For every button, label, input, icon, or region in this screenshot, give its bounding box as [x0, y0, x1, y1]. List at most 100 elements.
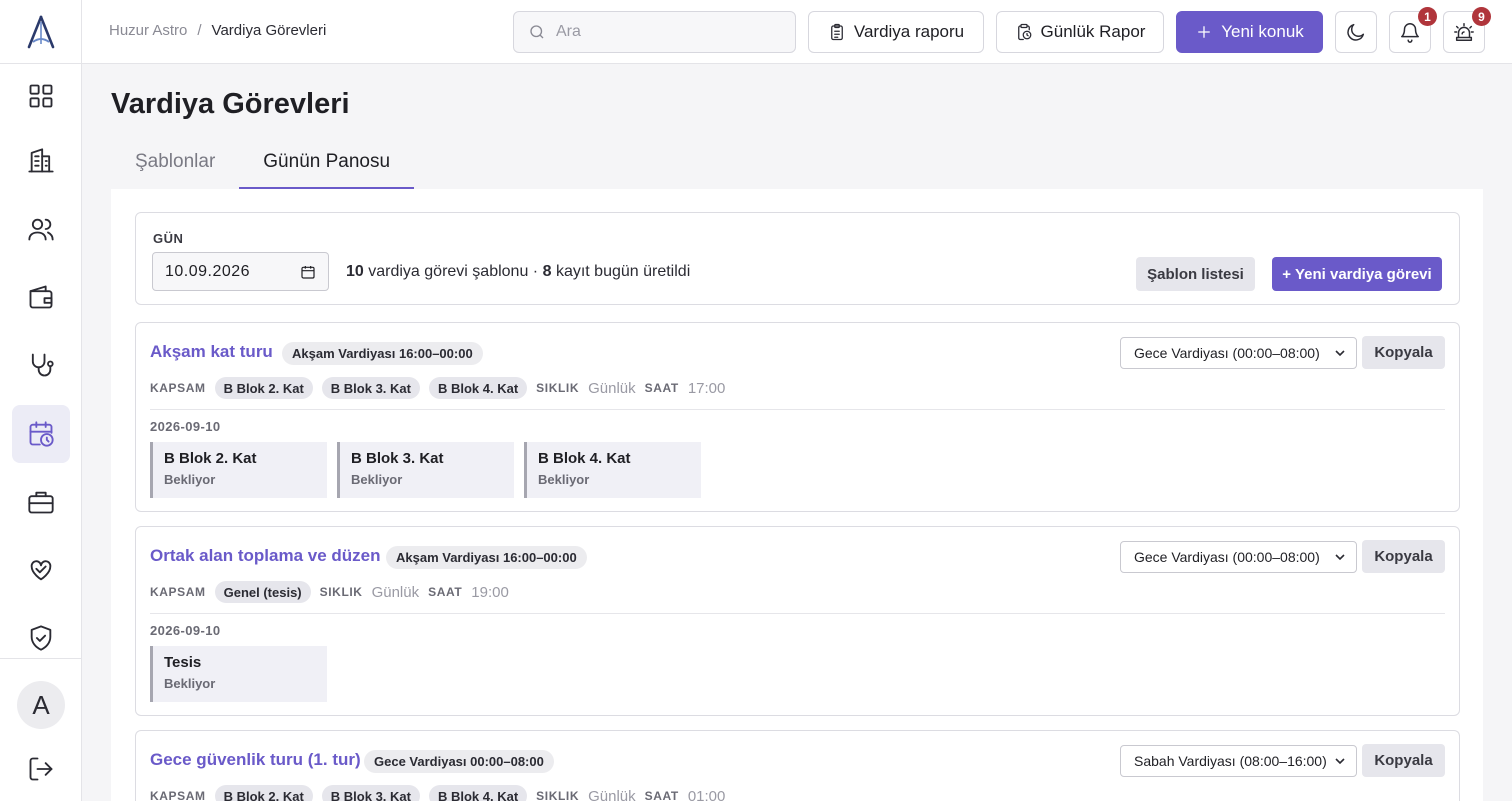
breadcrumb-current: Vardiya Görevleri — [211, 22, 327, 39]
task-meta: KAPSAM B Blok 2. Kat B Blok 3. Kat B Blo… — [150, 377, 725, 399]
run-name: B Blok 4. Kat — [538, 450, 631, 467]
clipboard-clock-icon — [1017, 23, 1031, 41]
daily-report-button[interactable]: Günlük Rapor — [996, 11, 1164, 53]
day-card: GÜN 10.09.2026 10 vardiya görevi şablonu… — [135, 212, 1460, 305]
record-text: kayıt bugün üretildi — [555, 263, 691, 280]
target-shift-select[interactable]: Gece Vardiyası (00:00–08:00) — [1120, 541, 1357, 573]
sidebar-item-finance[interactable] — [12, 268, 70, 326]
alarm-light-icon — [1454, 23, 1474, 41]
users-icon — [28, 218, 54, 241]
scope-tag: Genel (tesis) — [214, 581, 311, 603]
shift-report-button[interactable]: Vardiya raporu — [808, 11, 984, 53]
app-logo[interactable] — [0, 0, 81, 64]
copy-button[interactable]: Kopyala — [1362, 336, 1445, 369]
shift-report-label: Vardiya raporu — [853, 22, 965, 41]
shift-tag: Gece Vardiyası 00:00–08:00 — [364, 750, 554, 773]
scope-tag: B Blok 2. Kat — [214, 785, 313, 801]
new-guest-button[interactable]: Yeni konuk — [1176, 11, 1323, 53]
run-list: B Blok 2. Kat Bekliyor B Blok 3. Kat Bek… — [150, 442, 701, 498]
template-count: 10 — [346, 263, 364, 280]
sidebar-item-care[interactable] — [12, 541, 70, 599]
chevron-down-icon — [1335, 758, 1345, 765]
sidebar: A — [0, 0, 82, 801]
time-value: 17:00 — [687, 379, 726, 397]
template-list-button[interactable]: Şablon listesi — [1136, 257, 1255, 291]
clipboard-icon — [830, 23, 843, 41]
top-header: Huzur Astro / Vardiya Görevleri Vardiya … — [82, 0, 1512, 64]
new-shift-task-button[interactable]: + Yeni vardiya görevi — [1272, 257, 1442, 291]
alarms-badge: 9 — [1472, 7, 1491, 26]
task-meta: KAPSAM B Blok 2. Kat B Blok 3. Kat B Blo… — [150, 785, 725, 801]
new-guest-label: Yeni konuk — [1221, 22, 1304, 41]
scope-tag: B Blok 3. Kat — [321, 785, 420, 801]
moon-icon — [1347, 23, 1365, 41]
breadcrumb-root[interactable]: Huzur Astro — [109, 22, 187, 39]
time-label: SAAT — [428, 585, 463, 599]
breadcrumb: Huzur Astro / Vardiya Görevleri — [109, 22, 326, 39]
search-input[interactable] — [556, 23, 776, 41]
theme-toggle-button[interactable] — [1335, 11, 1377, 53]
search-box[interactable] — [513, 11, 796, 53]
run-date: 2026-09-10 — [150, 419, 221, 434]
shift-tag: Akşam Vardiyası 16:00–00:00 — [386, 546, 587, 569]
task-title[interactable]: Ortak alan toplama ve düzen — [150, 546, 381, 566]
scope-tag: B Blok 3. Kat — [321, 377, 420, 399]
task-meta: KAPSAM Genel (tesis) SIKLIK Günlük SAAT … — [150, 581, 509, 603]
scope-label: KAPSAM — [150, 789, 206, 801]
tab-daily-board[interactable]: Günün Panosu — [239, 140, 415, 189]
copy-button[interactable]: Kopyala — [1362, 540, 1445, 573]
date-input[interactable]: 10.09.2026 — [152, 252, 329, 291]
sidebar-item-dashboard[interactable] — [12, 67, 70, 125]
notifications-button[interactable]: 1 — [1389, 7, 1437, 53]
run-item[interactable]: B Blok 3. Kat Bekliyor — [337, 442, 514, 498]
run-name: B Blok 2. Kat — [164, 450, 257, 467]
building-icon — [28, 148, 54, 173]
shift-tag: Akşam Vardiyası 16:00–00:00 — [282, 342, 483, 365]
frequency-value: Günlük — [588, 379, 636, 397]
scope-tag: B Blok 4. Kat — [428, 377, 528, 399]
sidebar-divider — [0, 658, 82, 659]
sidebar-item-buildings[interactable] — [12, 132, 70, 190]
date-value: 10.09.2026 — [165, 262, 251, 280]
target-shift-select[interactable]: Gece Vardiyası (00:00–08:00) — [1120, 337, 1357, 369]
sidebar-item-staff[interactable] — [12, 473, 70, 531]
page-title: Vardiya Görevleri — [111, 88, 350, 120]
copy-button[interactable]: Kopyala — [1362, 744, 1445, 777]
chevron-down-icon — [1335, 554, 1345, 561]
template-text: vardiya görevi şablonu · — [368, 263, 539, 280]
heart-hands-icon — [30, 560, 52, 581]
task-title[interactable]: Gece güvenlik turu (1. tur) — [150, 750, 361, 770]
sidebar-item-health[interactable] — [12, 336, 70, 394]
sidebar-item-shift-tasks[interactable] — [12, 405, 70, 463]
time-label: SAAT — [644, 789, 679, 801]
run-item[interactable]: Tesis Bekliyor — [150, 646, 327, 702]
scope-label: KAPSAM — [150, 585, 206, 599]
day-label: GÜN — [153, 231, 184, 246]
chevron-down-icon — [1335, 350, 1345, 357]
plus-icon — [1198, 26, 1211, 38]
target-shift-select[interactable]: Sabah Vardiyası (08:00–16:00) — [1120, 745, 1357, 777]
logo-icon — [27, 15, 54, 48]
target-shift-value: Gece Vardiyası (00:00–08:00) — [1134, 345, 1320, 361]
task-title[interactable]: Akşam kat turu — [150, 342, 273, 362]
sidebar-item-guests[interactable] — [12, 200, 70, 258]
avatar[interactable]: A — [17, 681, 65, 729]
run-status: Bekliyor — [164, 676, 216, 691]
target-shift-value: Gece Vardiyası (00:00–08:00) — [1134, 549, 1320, 565]
logout-button[interactable] — [24, 752, 58, 786]
alarms-button[interactable]: 9 — [1443, 7, 1491, 53]
calendar-icon[interactable] — [300, 264, 316, 280]
shield-check-icon — [30, 625, 52, 651]
time-label: SAAT — [644, 381, 679, 395]
card-divider — [150, 409, 1445, 410]
run-list: Tesis Bekliyor — [150, 646, 327, 702]
run-status: Bekliyor — [538, 472, 590, 487]
run-item[interactable]: B Blok 2. Kat Bekliyor — [150, 442, 327, 498]
tab-bar: Şablonlar Günün Panosu — [111, 140, 415, 189]
tab-templates[interactable]: Şablonlar — [111, 140, 239, 189]
record-count: 8 — [542, 263, 552, 280]
frequency-label: SIKLIK — [319, 585, 363, 599]
run-item[interactable]: B Blok 4. Kat Bekliyor — [524, 442, 701, 498]
briefcase-icon — [28, 491, 54, 514]
bell-icon — [1401, 23, 1419, 43]
